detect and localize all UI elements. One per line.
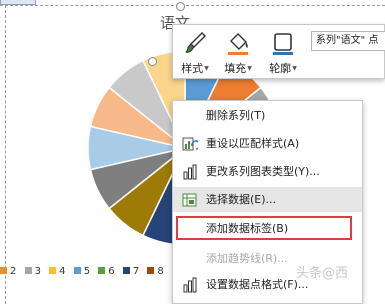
select-data-icon xyxy=(182,193,197,207)
outline-icon xyxy=(273,33,293,55)
legend-label: 7 xyxy=(132,266,140,277)
legend-swatch xyxy=(24,267,32,274)
legend-swatch xyxy=(122,267,130,274)
legend-label: 6 xyxy=(108,266,115,277)
menu-item-label: 删除系列(T) xyxy=(206,109,266,122)
outline-button[interactable]: 轮廓▼ xyxy=(263,27,303,77)
style-label: 样式 xyxy=(181,62,204,75)
selection-handle[interactable] xyxy=(176,2,185,11)
series-selector[interactable]: 系列"语文" 点 xyxy=(311,31,385,51)
legend-swatch xyxy=(73,267,81,274)
menu-item-delete-series[interactable]: 删除系列(T) xyxy=(173,103,362,128)
legend-label: 5 xyxy=(83,266,91,277)
format-data-point-icon xyxy=(183,277,197,293)
chevron-down-icon: ▼ xyxy=(247,65,252,72)
legend-label: 8 xyxy=(157,266,164,277)
bar-chart-icon xyxy=(183,164,197,180)
paint-bucket-icon xyxy=(228,33,248,55)
menu-item-reset-style[interactable]: 重设以匹配样式(A) xyxy=(173,131,362,156)
highlight-annotation-box xyxy=(176,216,352,240)
chevron-down-icon: ▼ xyxy=(204,65,209,72)
fill-label: 填充 xyxy=(224,62,247,75)
style-button[interactable]: 样式▼ xyxy=(175,27,215,77)
menu-item-select-data[interactable]: 选择数据(E)... xyxy=(173,187,362,212)
menu-item-label: 设置数据点格式(F)... xyxy=(206,278,309,291)
menu-item-label: 添加趋势线(R)... xyxy=(206,252,288,265)
legend-label: 3 xyxy=(34,266,41,277)
legend-item: 2 xyxy=(0,266,16,277)
legend-item: 6 xyxy=(98,266,115,277)
chart-mini-toolbar: 样式▼ 填充▼ 轮廓▼ 系列"语文" 点 xyxy=(172,24,385,79)
slice-handle[interactable] xyxy=(148,57,157,66)
fill-button[interactable]: 填充▼ xyxy=(218,27,258,77)
brush-icon xyxy=(185,32,206,53)
legend-swatch xyxy=(0,267,7,274)
chevron-down-icon: ▼ xyxy=(292,65,297,72)
legend-swatch xyxy=(49,267,57,274)
menu-item-label: 重设以匹配样式(A) xyxy=(206,137,300,150)
outline-label: 轮廓 xyxy=(269,62,292,75)
legend-swatch xyxy=(147,267,155,274)
legend-item: 4 xyxy=(49,266,66,277)
legend-label: 4 xyxy=(59,266,66,277)
legend-swatch xyxy=(98,267,106,274)
legend-label: 2 xyxy=(10,266,17,277)
legend-item: 7 xyxy=(122,266,140,277)
menu-item-change-chart-type[interactable]: 更改系列图表类型(Y)... xyxy=(173,159,362,184)
menu-item-label: 更改系列图表类型(Y)... xyxy=(206,165,320,178)
legend-item: 5 xyxy=(73,266,91,277)
reset-style-icon xyxy=(182,137,198,151)
legend-item: 3 xyxy=(24,266,41,277)
legend-item: 8 xyxy=(147,266,164,277)
menu-item-label: 选择数据(E)... xyxy=(206,193,277,206)
watermark-text: 头条@西 xyxy=(296,266,349,281)
